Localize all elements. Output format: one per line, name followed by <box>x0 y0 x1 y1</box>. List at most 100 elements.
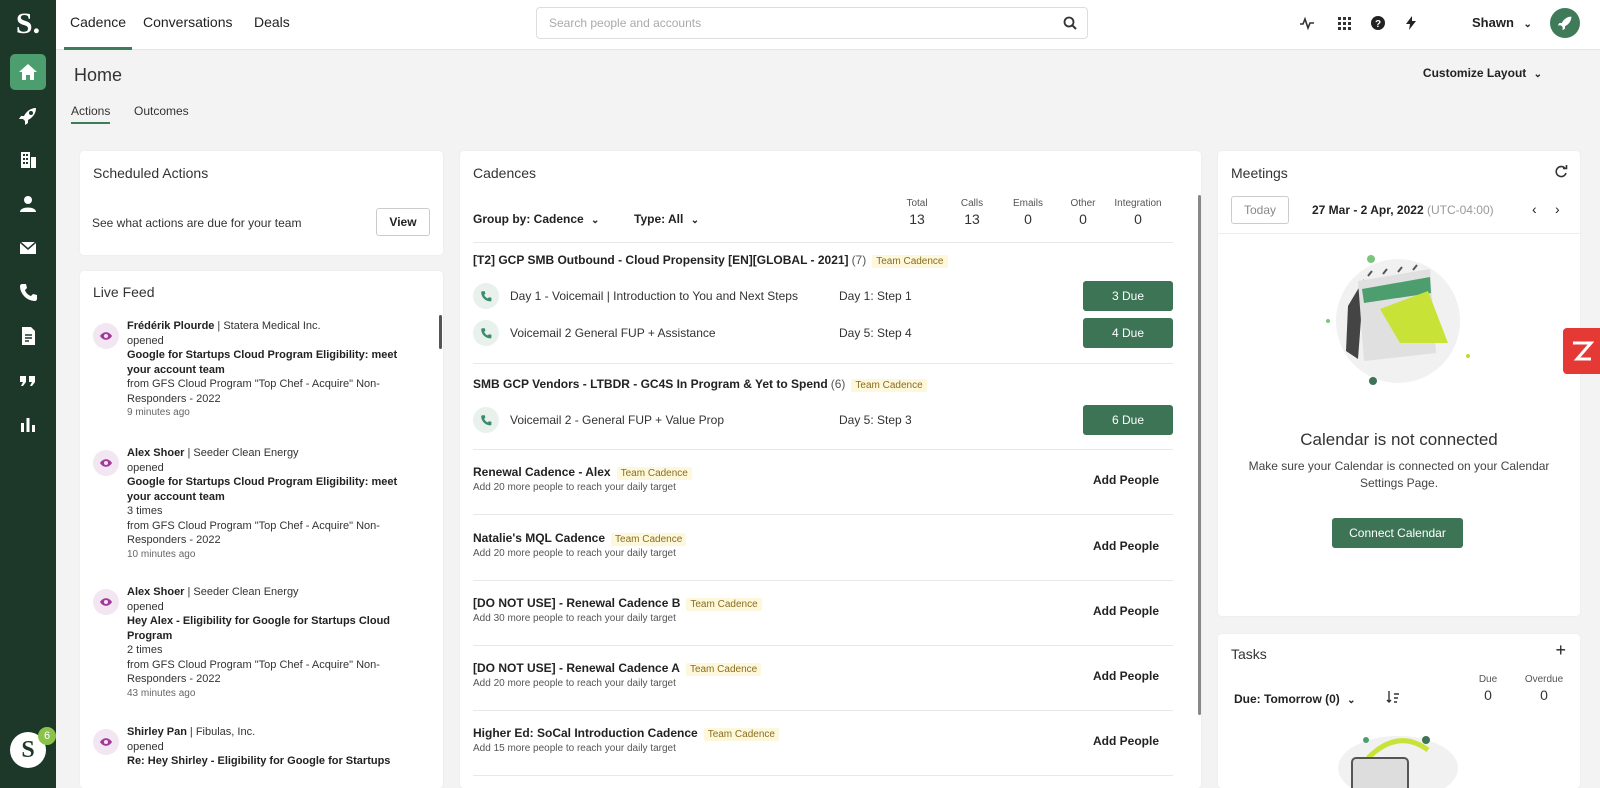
feed-person-name[interactable]: Shirley Pan <box>127 726 187 738</box>
connect-calendar-button[interactable]: Connect Calendar <box>1332 518 1463 548</box>
feed-subject: Google for Startups Cloud Program Eligib… <box>127 476 398 503</box>
accounts-icon[interactable] <box>10 142 46 178</box>
rocket-icon[interactable] <box>10 98 46 134</box>
step-name: Voicemail 2 - General FUP + Value Prop <box>510 413 724 427</box>
add-people-button[interactable]: Add People <box>1093 734 1159 748</box>
view-button[interactable]: View <box>376 208 430 236</box>
daily-target-note: Add 20 more people to reach your daily t… <box>473 678 676 689</box>
rocket-avatar-icon[interactable] <box>1550 8 1580 38</box>
cadence-name[interactable]: SMB GCP Vendors - LTBDR - GC4S In Progra… <box>473 377 927 392</box>
quote-icon[interactable] <box>10 362 46 398</box>
feed-person-name[interactable]: Frédérik Plourde <box>127 320 214 332</box>
phone-icon <box>473 407 499 433</box>
user-name: Shawn <box>1472 15 1514 30</box>
team-cadence-badge: Team Cadence <box>686 598 762 611</box>
help-icon[interactable]: ? <box>1369 14 1387 32</box>
cadence-name[interactable]: [DO NOT USE] - Renewal Cadence A Team Cad… <box>473 661 762 676</box>
feed-action: opened <box>127 334 164 347</box>
zoom-extension-icon[interactable] <box>1563 328 1600 374</box>
user-menu[interactable]: Shawn ⌄ <box>1472 15 1532 30</box>
activity-icon[interactable] <box>1298 14 1316 32</box>
mail-icon[interactable] <box>10 230 46 266</box>
cadence-step-row[interactable]: Voicemail 2 General FUP + Assistance Day … <box>473 318 1173 348</box>
phone-icon[interactable] <box>10 274 46 310</box>
add-task-button[interactable]: + <box>1555 640 1566 661</box>
nav-tab-deals[interactable]: Deals <box>254 0 290 50</box>
divider <box>473 514 1173 515</box>
home-icon[interactable] <box>10 54 46 90</box>
daily-target-note: Add 15 more people to reach your daily t… <box>473 743 676 754</box>
cadence-step-row[interactable]: Voicemail 2 - General FUP + Value Prop Da… <box>473 405 1173 435</box>
stat-value: 0 <box>1079 211 1087 227</box>
cadence-step-row[interactable]: Day 1 - Voicemail | Introduction to You … <box>473 281 1173 311</box>
feed-action: opened <box>127 740 164 753</box>
scheduled-actions-card: Scheduled Actions See what actions are d… <box>80 151 443 255</box>
add-people-button[interactable]: Add People <box>1093 604 1159 618</box>
cadence-title: [T2] GCP SMB Outbound - Cloud Propensity… <box>473 253 849 267</box>
feed-person-name[interactable]: Alex Shoer <box>127 447 184 459</box>
cadence-name[interactable]: Renewal Cadence - Alex Team Cadence <box>473 465 692 480</box>
nav-tab-cadence[interactable]: Cadence <box>64 0 133 50</box>
phone-icon <box>473 283 499 309</box>
daily-target-note: Add 30 more people to reach your daily t… <box>473 613 676 624</box>
cadence-name[interactable]: [T2] GCP SMB Outbound - Cloud Propensity… <box>473 253 948 268</box>
prev-week-icon[interactable]: ‹ <box>1532 201 1537 217</box>
lightning-icon[interactable] <box>1402 14 1420 32</box>
divider <box>473 645 1173 646</box>
cadence-title: [DO NOT USE] - Renewal Cadence B <box>473 596 681 610</box>
nav-tab-conversations[interactable]: Conversations <box>143 0 233 50</box>
feed-item-body: Alex Shoer | Seeder Clean Energy opened Hey… <box>127 585 423 701</box>
tab-actions[interactable]: Actions <box>71 104 111 124</box>
person-icon[interactable] <box>10 186 46 222</box>
cadence-name[interactable]: Higher Ed: SoCal Introduction Cadence Tea… <box>473 726 779 741</box>
feed-count: 2 times <box>127 644 163 656</box>
eye-icon <box>93 589 119 615</box>
page-header: Home Customize Layout ⌄ Actions Outcomes <box>56 50 1600 130</box>
due-button[interactable]: 3 Due <box>1083 281 1173 311</box>
cadence-name[interactable]: [DO NOT USE] - Renewal Cadence B Team Cad… <box>473 596 762 611</box>
document-icon[interactable] <box>10 318 46 354</box>
eye-icon <box>93 323 119 349</box>
customize-layout-button[interactable]: Customize Layout ⌄ <box>1423 66 1542 80</box>
tab-outcomes[interactable]: Outcomes <box>134 104 189 122</box>
feed-subject: Google for Startups Cloud Program Eligib… <box>127 349 398 376</box>
step-day: Day 5: Step 4 <box>839 326 912 340</box>
daily-target-note: Add 20 more people to reach your daily t… <box>473 482 676 493</box>
add-people-button[interactable]: Add People <box>1093 669 1159 683</box>
add-people-button[interactable]: Add People <box>1093 473 1159 487</box>
live-feed-card: Live Feed Frédérik Plourde | Statera Medi… <box>80 271 443 788</box>
eye-icon <box>93 729 119 755</box>
search-input[interactable] <box>537 8 1037 38</box>
group-by-dropdown[interactable]: Group by: Cadence ⌄ <box>473 212 599 226</box>
calendar-status-desc: Make sure your Calendar is connected on … <box>1248 459 1550 490</box>
stat-value: 13 <box>964 211 980 227</box>
step-name: Day 1 - Voicemail | Introduction to You … <box>510 289 798 303</box>
type-dropdown[interactable]: Type: All ⌄ <box>634 212 699 226</box>
cadence-title: Natalie's MQL Cadence <box>473 531 606 545</box>
tasks-filter-dropdown[interactable]: Due: Tomorrow (0) ⌄ <box>1234 692 1356 706</box>
add-people-button[interactable]: Add People <box>1093 539 1159 553</box>
cadence-name[interactable]: Natalie's MQL Cadence Team Cadence <box>473 531 687 546</box>
team-cadence-badge: Team Cadence <box>851 379 927 392</box>
refresh-icon[interactable] <box>1554 165 1568 184</box>
app-logo[interactable]: S. <box>0 6 56 42</box>
tasks-overdue-stat: Overdue 0 <box>1514 674 1574 703</box>
next-week-icon[interactable]: › <box>1555 201 1560 217</box>
cadences-scrollbar[interactable] <box>1198 195 1201 715</box>
team-cadence-badge: Team Cadence <box>685 663 762 676</box>
stat-label: Integration <box>1114 198 1162 209</box>
analytics-icon[interactable] <box>10 406 46 442</box>
meetings-title: Meetings <box>1231 165 1288 181</box>
apps-grid-icon[interactable] <box>1335 14 1353 32</box>
due-button[interactable]: 6 Due <box>1083 405 1173 435</box>
feed-person: Frédérik Plourde | Statera Medical Inc. <box>127 319 423 334</box>
live-feed-scrollbar[interactable] <box>439 315 442 349</box>
calendar-status-title: Calendar is not connected <box>1300 430 1498 449</box>
sort-icon[interactable] <box>1386 690 1400 709</box>
feed-person-name[interactable]: Alex Shoer <box>127 586 184 598</box>
stat-label: Emails <box>1012 198 1043 209</box>
due-button[interactable]: 4 Due <box>1083 318 1173 348</box>
search-icon[interactable] <box>1063 16 1077 35</box>
today-button[interactable]: Today <box>1231 196 1289 224</box>
page-title: Home <box>74 65 123 85</box>
